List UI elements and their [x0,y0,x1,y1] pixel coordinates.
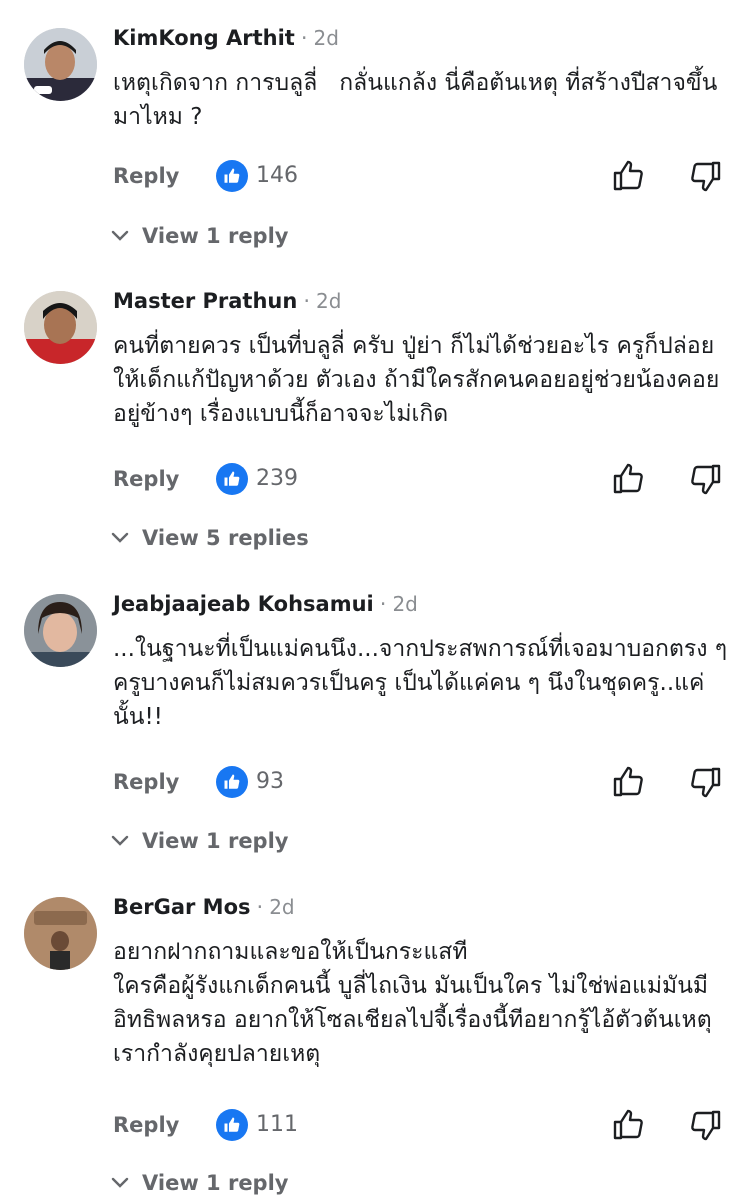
view-replies-label: View 1 reply [142,829,289,853]
commenter-name[interactable]: BerGar Mos [113,895,251,919]
thumb-down-outline-icon[interactable] [687,461,723,497]
commenter-name[interactable]: Master Prathun [113,289,297,313]
like-count[interactable]: 111 [256,1105,298,1145]
comment-header: BerGar Mos · 2d [113,895,295,929]
comment-header: Jeabjaajeab Kohsamui · 2d [113,592,418,626]
view-replies-label: View 5 replies [142,526,309,550]
view-replies-label: View 1 reply [142,224,289,248]
comment-actions: Reply 146 [113,156,723,196]
avatar[interactable] [24,291,97,364]
view-replies-label: View 1 reply [142,1171,289,1195]
view-replies-button[interactable]: View 1 reply [110,1165,288,1201]
separator: · [300,26,308,50]
separator: · [303,289,311,313]
thumb-down-outline-icon[interactable] [687,158,723,194]
reply-button[interactable]: Reply [113,156,179,196]
comment-actions: Reply 111 [113,1105,723,1145]
comment-actions: Reply 93 [113,762,723,802]
view-replies-button[interactable]: View 1 reply [110,823,288,859]
comment-text: ...ในฐานะที่เป็นแม่คนนึง...จากประสพการณ์… [113,636,735,730]
like-count[interactable]: 146 [256,156,298,196]
view-replies-button[interactable]: View 1 reply [110,218,288,254]
comment-header: Master Prathun · 2d [113,289,341,323]
timestamp[interactable]: 2d [316,289,341,313]
avatar[interactable] [24,594,97,667]
avatar[interactable] [24,28,97,101]
commenter-name[interactable]: KimKong Arthit [113,26,295,50]
thumbs-up-icon [224,471,240,486]
chevron-down-icon [111,230,129,241]
view-replies-button[interactable]: View 5 replies [110,520,309,556]
avatar-image [24,291,97,364]
like-count[interactable]: 239 [256,459,298,499]
thumb-up-outline-icon[interactable] [611,764,647,800]
thumb-down-outline-icon[interactable] [687,1107,723,1143]
thumbs-up-icon [224,1117,240,1132]
thumbs-up-icon [224,168,240,183]
reply-button[interactable]: Reply [113,1105,179,1145]
thumb-up-outline-icon[interactable] [611,158,647,194]
timestamp[interactable]: 2d [314,26,339,50]
like-reaction-icon [216,463,248,495]
comment-text: เหตุเกิดจาก การบลูลี่ กลั่นแกล้ง นี่คือต… [113,70,718,130]
reply-button[interactable]: Reply [113,459,179,499]
avatar[interactable] [24,897,97,970]
avatar-image [24,594,97,667]
reply-button[interactable]: Reply [113,762,179,802]
commenter-name[interactable]: Jeabjaajeab Kohsamui [113,592,374,616]
timestamp[interactable]: 2d [392,592,417,616]
thumb-down-outline-icon[interactable] [687,764,723,800]
thumb-up-outline-icon[interactable] [611,1107,647,1143]
avatar-image [24,28,97,101]
separator: · [256,895,264,919]
thumbs-up-icon [224,774,240,789]
avatar-image [24,897,97,970]
comment-header: KimKong Arthit · 2d [113,26,339,60]
like-reaction-icon [216,766,248,798]
chevron-down-icon [111,835,129,846]
like-count[interactable]: 93 [256,762,284,802]
chevron-down-icon [111,1177,129,1188]
separator: · [379,592,387,616]
timestamp[interactable]: 2d [269,895,294,919]
chevron-down-icon [111,532,129,543]
thumb-up-outline-icon[interactable] [611,461,647,497]
like-reaction-icon [216,1109,248,1141]
comment-actions: Reply 239 [113,459,723,499]
comment-text: คนที่ตายควร เป็นที่บลูลี่ ครับ ปู่ย่า ก็… [113,333,722,427]
like-reaction-icon [216,160,248,192]
comment-text: อยากฝากถามและขอให้เป็นกระแสที ใครคือผู้ร… [113,939,712,1067]
